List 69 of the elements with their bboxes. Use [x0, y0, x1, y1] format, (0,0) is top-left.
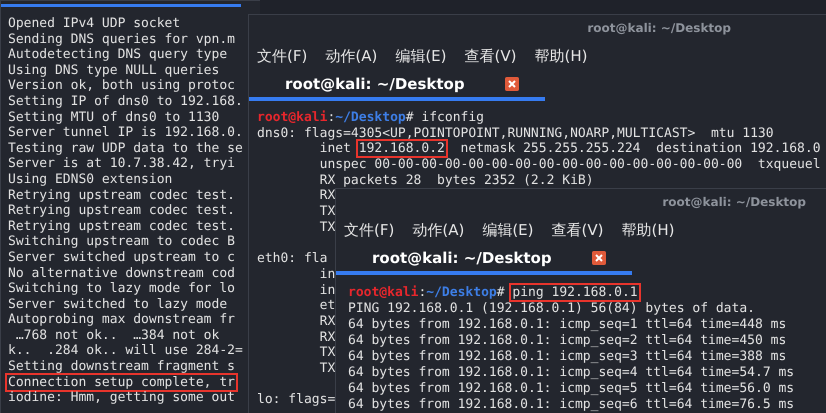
- output-line: Opened IPv4 UDP socket: [8, 16, 180, 31]
- output-line: dns0: flags=4305<UP,POINTOPOINT,RUNNING,NOARP,MULTICAST> mtu 1130: [257, 126, 774, 141]
- output-line: 64 bytes from 192.168.0.1: icmp_seq=4 ttl=64 time=54.7 ms: [348, 365, 794, 380]
- output-line: PING 192.168.0.1 (192.168.0.1) 56(84) bytes of data.: [348, 301, 755, 316]
- menu-item[interactable]: 动作(A): [325, 46, 378, 66]
- output-line: iodine: Hmm, getting some out: [8, 390, 235, 406]
- output-line: RX: [318, 188, 336, 204]
- output-line: RX packets 28 bytes 2352 (2.2 KiB): [318, 172, 594, 188]
- output-text: netmask 255.255.255.224 destination 192.168.0: [459, 141, 821, 156]
- output-line: TX: [318, 345, 336, 360]
- output-line: Server tunnel IP is 192.168.0.: [8, 125, 243, 140]
- output-line: TX: [318, 220, 336, 235]
- terminal-tab[interactable]: root@kali: ~/Desktop: [336, 245, 632, 275]
- output-line: in: [318, 266, 336, 282]
- output-line: k.. .284 ok.. will use 284-2=: [8, 343, 243, 358]
- output-line: Setting downstream fragment s: [8, 359, 235, 374]
- window-title: root@kali: ~/Desktop: [662, 195, 806, 209]
- output-line: Using DNS type NULL queries: [8, 62, 220, 78]
- menu-item[interactable]: 查看(V): [464, 46, 516, 66]
- output-text: inet: [318, 141, 352, 156]
- terminal-tab[interactable]: root@kali: ~/Desktop: [249, 71, 545, 101]
- command-text: ifconfig: [421, 110, 484, 125]
- command-text: ping 192.168.0.1: [509, 283, 641, 302]
- output-line: Retrying upstream codec test.: [8, 218, 235, 234]
- output-line: unspec 00-00-00-00-00-00-00-00-00-00-00-00-00-00-00-00 txqueuel: [318, 157, 821, 172]
- output-line: Server switched to lazy mode: [8, 296, 228, 312]
- output-line: TX: [318, 204, 336, 220]
- output-line: 64 bytes from 192.168.0.1: icmp_seq=3 ttl=64 time=388 ms: [348, 349, 786, 364]
- output-line: RX: [318, 314, 336, 329]
- output-line: 64 bytes from 192.168.0.1: icmp_seq=1 ttl=64 time=448 ms: [348, 317, 786, 332]
- output-line: Switching to lazy mode for lo: [8, 281, 235, 296]
- output-line: Server switched upstream to c: [8, 250, 235, 265]
- output-line: Testing raw UDP data to the se: [8, 140, 243, 156]
- menu-item[interactable]: 编辑(E): [395, 46, 446, 66]
- close-icon[interactable]: [592, 251, 606, 265]
- window-title: root@kali: ~/Desktop: [587, 21, 731, 35]
- output-line: Version ok, both using protoc: [8, 78, 235, 94]
- output-line: Setting IP of dns0 to 192.168.: [8, 94, 243, 109]
- output-line: Retrying upstream codec test.: [8, 203, 235, 218]
- output-text: 192.168.0.2: [356, 139, 448, 158]
- menu-item[interactable]: 帮助(H): [534, 46, 588, 66]
- menu-item[interactable]: 帮助(H): [621, 220, 674, 240]
- output-line: 64 bytes from 192.168.0.1: icmp_seq=5 ttl=64 time=56.0 ms: [348, 381, 794, 396]
- output-line: Switching upstream to codec B: [8, 234, 235, 250]
- close-icon[interactable]: [504, 77, 519, 91]
- output-line: et: [318, 298, 336, 314]
- shell-prompt: root@kali:~/Desktop#: [257, 110, 414, 125]
- output-line: Sending DNS queries for vpn.m: [8, 32, 235, 47]
- menu-item[interactable]: 文件(F): [344, 220, 394, 240]
- shell-prompt: root@kali:~/Desktop#: [348, 285, 505, 300]
- output-line: …768 not ok.. …384 not ok: [14, 328, 220, 343]
- output-line: eth0: fla: [257, 251, 328, 266]
- output-line: lo: flags=: [257, 392, 336, 408]
- menu-item[interactable]: 编辑(E): [482, 220, 534, 240]
- menu-item[interactable]: 动作(A): [412, 220, 464, 240]
- output-line: 64 bytes from 192.168.0.1: icmp_seq=6 ttl=64 time=76.5 ms: [348, 397, 794, 412]
- menu-item[interactable]: 查看(V): [552, 220, 604, 240]
- output-line: Retrying upstream codec test.: [8, 188, 235, 203]
- output-line: TX: [318, 361, 336, 376]
- menu-item[interactable]: 文件(F): [257, 46, 308, 66]
- output-line: Server is at 10.7.38.42, tryi: [8, 156, 235, 172]
- output-line: Autodetecting DNS query type: [8, 47, 228, 62]
- output-line: Using EDNS0 extension: [8, 172, 172, 187]
- output-line: 64 bytes from 192.168.0.1: icmp_seq=2 ttl=64 time=450 ms: [348, 333, 786, 348]
- output-line: No alternative downstream cod: [8, 266, 235, 280]
- output-line: Setting MTU of dns0 to 1130: [8, 110, 220, 125]
- output-line: in: [318, 282, 336, 298]
- output-line: RX: [318, 330, 336, 345]
- output-line: Autoprobing max downstream fr: [8, 312, 235, 328]
